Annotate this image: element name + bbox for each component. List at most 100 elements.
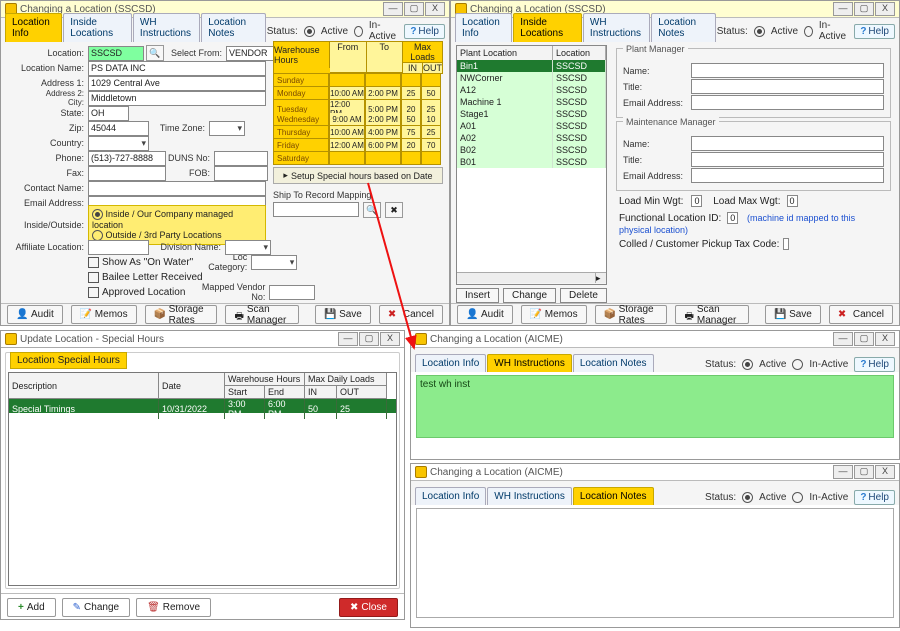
city-field[interactable]: Middletown xyxy=(88,91,266,106)
storage-button[interactable]: 📦Storage Rates xyxy=(145,305,218,324)
mm-title[interactable] xyxy=(691,152,884,167)
maximize-button[interactable]: ▢ xyxy=(854,2,874,16)
mm-email[interactable] xyxy=(691,168,884,183)
close-button[interactable]: X xyxy=(875,2,895,16)
location-field[interactable]: SSCSD xyxy=(88,46,144,61)
col-plant[interactable]: Plant Location xyxy=(457,46,553,60)
mm-name[interactable] xyxy=(691,136,884,151)
tab-location-info[interactable]: Location Info xyxy=(455,13,512,42)
phone-field[interactable]: (513)-727-8888 xyxy=(88,151,166,166)
help-button[interactable]: ?Help xyxy=(854,490,895,505)
cancel-button[interactable]: ✖Cancel xyxy=(379,305,443,324)
memos-button[interactable]: 📝Memos xyxy=(71,305,137,324)
storage-button[interactable]: 📦Storage Rates xyxy=(595,305,668,324)
table-row[interactable]: NWCornerSSCSD xyxy=(457,72,606,84)
table-row[interactable]: Bin1SSCSD xyxy=(457,60,606,72)
tab-wh-instructions[interactable]: WH Instructions xyxy=(583,13,650,42)
loadmin-field[interactable]: 0 xyxy=(691,195,702,207)
location-notes-textarea[interactable] xyxy=(416,508,894,618)
check-bailee[interactable] xyxy=(88,272,99,283)
table-row[interactable]: Stage1SSCSD xyxy=(457,108,606,120)
close-button[interactable]: X xyxy=(875,332,895,346)
close-dialog-button[interactable]: ✖Close xyxy=(339,598,398,617)
fax-field[interactable] xyxy=(88,166,166,181)
zip-field[interactable]: 45044 xyxy=(88,121,149,136)
loccat-combo[interactable] xyxy=(251,255,297,270)
radio-inactive[interactable] xyxy=(804,26,813,37)
table-row[interactable]: A02SSCSD xyxy=(457,132,606,144)
tab-location-info[interactable]: Location Info xyxy=(5,13,62,42)
cancel-button[interactable]: ✖Cancel xyxy=(829,305,893,324)
country-combo[interactable] xyxy=(88,136,149,151)
loadmax-field[interactable]: 0 xyxy=(787,195,798,207)
minimize-button[interactable]: — xyxy=(833,2,853,16)
table-row[interactable]: B01SSCSD xyxy=(457,156,606,168)
contact-field[interactable] xyxy=(88,181,266,196)
affiliate-field[interactable] xyxy=(88,240,149,255)
remove-button[interactable]: 🗑Remove xyxy=(136,598,211,617)
lookup-icon[interactable]: 🔍 xyxy=(363,202,381,218)
setup-special-hours-button[interactable]: ▸Setup Special hours based on Date xyxy=(273,167,443,184)
table-row[interactable]: A01SSCSD xyxy=(457,120,606,132)
pm-name[interactable] xyxy=(691,63,884,78)
minimize-button[interactable]: — xyxy=(383,2,403,16)
help-button[interactable]: ?Help xyxy=(404,24,445,39)
mvendor-field[interactable] xyxy=(269,285,315,300)
lookup-icon[interactable]: 🔍 xyxy=(146,45,164,61)
change-button[interactable]: Change xyxy=(503,288,556,303)
locname-field[interactable]: PS DATA INC xyxy=(88,61,266,76)
tab-wh-instructions[interactable]: WH Instructions xyxy=(487,487,572,505)
save-button[interactable]: 💾Save xyxy=(765,305,821,324)
check-onwater[interactable] xyxy=(88,257,99,268)
duns-field[interactable] xyxy=(214,151,268,166)
add-button[interactable]: +Add xyxy=(7,598,56,617)
memos-button[interactable]: 📝Memos xyxy=(521,305,587,324)
tab-location-info[interactable]: Location Info xyxy=(415,354,486,372)
help-button[interactable]: ?Help xyxy=(854,357,895,372)
scroll-right-icon[interactable]: ▸ xyxy=(595,273,606,283)
radio-active[interactable] xyxy=(754,26,765,37)
table-row[interactable]: Machine 1SSCSD xyxy=(457,96,606,108)
radio-inside[interactable] xyxy=(92,209,103,220)
tab-location-notes[interactable]: Location Notes xyxy=(651,13,715,42)
scan-button[interactable]: 🖶Scan Manager xyxy=(225,305,299,324)
funcloc-field[interactable]: 0 xyxy=(727,212,738,224)
maximize-button[interactable]: ▢ xyxy=(854,332,874,346)
table-row[interactable]: A12SSCSD xyxy=(457,84,606,96)
addr1-field[interactable]: 1029 Central Ave xyxy=(88,76,266,91)
close-button[interactable]: X xyxy=(380,332,400,346)
radio-active[interactable] xyxy=(742,492,753,503)
tab-wh-instructions[interactable]: WH Instructions xyxy=(133,13,200,42)
divname-combo[interactable] xyxy=(225,240,271,255)
state-field[interactable]: OH xyxy=(88,106,129,121)
fob-field[interactable] xyxy=(214,166,268,181)
maximize-button[interactable]: ▢ xyxy=(359,332,379,346)
maximize-button[interactable]: ▢ xyxy=(854,465,874,479)
insert-button[interactable]: Insert xyxy=(456,288,499,303)
audit-button[interactable]: 👤Audit xyxy=(7,305,63,324)
tab-location-notes[interactable]: Location Notes xyxy=(201,13,265,42)
maximize-button[interactable]: ▢ xyxy=(404,2,424,16)
close-button[interactable]: X xyxy=(875,465,895,479)
shipto-field[interactable] xyxy=(273,202,359,217)
tab-location-info[interactable]: Location Info xyxy=(415,487,486,505)
delete-button[interactable]: Delete xyxy=(560,288,607,303)
tab-inside-locations[interactable]: Inside Locations xyxy=(63,13,132,42)
table-row[interactable]: Special Timings10/31/20223:00 PM6:00 PM5… xyxy=(9,399,396,413)
close-button[interactable]: X xyxy=(425,2,445,16)
radio-active[interactable] xyxy=(304,26,315,37)
pm-title[interactable] xyxy=(691,79,884,94)
tab-location-notes[interactable]: Location Notes xyxy=(573,354,654,372)
radio-active[interactable] xyxy=(742,359,753,370)
help-button[interactable]: ?Help xyxy=(854,24,895,39)
save-button[interactable]: 💾Save xyxy=(315,305,371,324)
radio-inactive[interactable] xyxy=(792,359,803,370)
scan-button[interactable]: 🖶Scan Manager xyxy=(675,305,749,324)
radio-inactive[interactable] xyxy=(792,492,803,503)
col-location[interactable]: Location xyxy=(553,46,606,60)
timezone-combo[interactable] xyxy=(209,121,245,136)
tab-location-notes[interactable]: Location Notes xyxy=(573,487,654,505)
clear-icon[interactable]: ✖ xyxy=(385,202,403,218)
check-approved[interactable] xyxy=(88,287,99,298)
audit-button[interactable]: 👤Audit xyxy=(457,305,513,324)
